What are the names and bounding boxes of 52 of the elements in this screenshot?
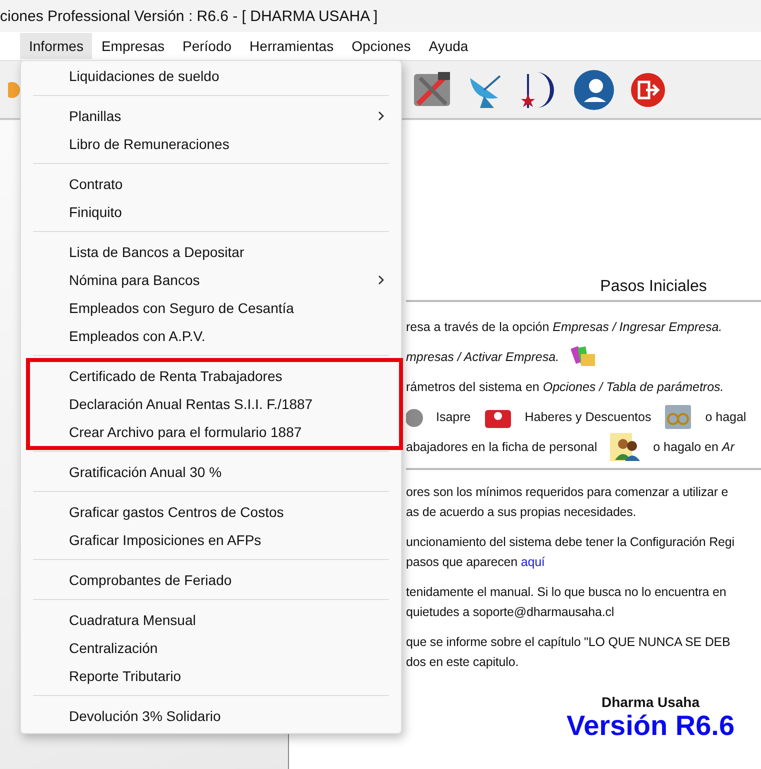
window-title: ciones Professional Versión : R6.6 - [ DHARMA USAHA ] xyxy=(0,8,378,24)
menu-entry[interactable]: Comprobantes de Feriado xyxy=(21,566,401,594)
menu-entry[interactable]: Liquidaciones de sueldo xyxy=(21,62,401,90)
chevron-icon xyxy=(377,274,385,286)
menu-entry[interactable]: Finiquito xyxy=(21,198,401,226)
step-text: resa a través de la opción Empresas / Ingresar Empresa. xyxy=(406,320,722,334)
step-text: Isapre xyxy=(436,410,471,424)
step-text: abajadores en la ficha de personal xyxy=(406,440,598,454)
menu-item[interactable]: Empresas xyxy=(92,33,174,59)
menu-entry[interactable]: Cuadratura Mensual xyxy=(21,606,401,634)
people-icon[interactable] xyxy=(609,432,642,462)
step-text: mpresas / Activar Empresa. xyxy=(406,350,560,364)
note-text: quietudes a soporte@dharmausaha.cl xyxy=(406,605,614,619)
menu-item[interactable]: Informes xyxy=(20,33,92,59)
note-text: pasos que aparecen xyxy=(406,555,518,569)
menu-entry[interactable]: Empleados con A.P.V. xyxy=(21,322,401,350)
chevron-icon xyxy=(377,110,385,122)
note-text: tenidamente el manual. Si lo que busca no lo encuentra en xyxy=(406,585,726,599)
menu-entry[interactable]: Contrato xyxy=(21,170,401,198)
step-text: o hagal xyxy=(705,410,746,424)
version-label: Versión R6.6 xyxy=(566,710,735,742)
menu-item[interactable]: Herramientas xyxy=(240,33,343,59)
menu-entry[interactable]: Centralización xyxy=(21,634,401,662)
note-text: ores son los mínimos requeridos para comenzar a utilizar e xyxy=(406,485,728,499)
calculator-icon[interactable] xyxy=(663,403,694,431)
step-text: o hagalo en Ar xyxy=(653,440,734,454)
menu-entry[interactable]: Crear Archivo para el formulario 1887 xyxy=(30,418,399,446)
menu-item[interactable]: Ayuda xyxy=(420,33,478,59)
step-text: Haberes y Descuentos xyxy=(524,410,652,424)
note-text: que se informe sobre el capítulo "LO QUE NUNCA SE DEB xyxy=(406,635,730,649)
menu-entry[interactable]: Declaración Anual Rentas S.I.I. F./1887 xyxy=(30,390,399,418)
note-text: uncionamiento del sistema debe tener la Configuración Regi xyxy=(406,535,734,549)
menu-entry[interactable]: Empleados con Seguro de Cesantía xyxy=(21,294,401,322)
menu-item[interactable]: Período xyxy=(174,33,241,59)
step-text: rámetros del sistema en Opciones / Tabla de parámetros. xyxy=(406,380,724,394)
menu-entry[interactable]: Lista de Bancos a Depositar xyxy=(21,238,401,266)
support-person-icon[interactable] xyxy=(572,68,616,112)
menu-entry[interactable]: Graficar Imposiciones en AFPs xyxy=(21,526,401,554)
company-name: Dharma Usaha xyxy=(601,694,700,710)
help-link[interactable]: aquí xyxy=(520,555,545,569)
menu-entry[interactable]: Reporte Tributario xyxy=(21,662,401,690)
menu-entry[interactable]: Graficar gastos Centros de Costos xyxy=(21,498,401,526)
menu-entry[interactable]: Gratificación Anual 30 % xyxy=(21,458,401,486)
menu-entry[interactable]: Certificado de Renta Trabajadores xyxy=(30,362,399,390)
note-text: as de acuerdo a sus propias necesidades. xyxy=(406,505,636,519)
menu-entry[interactable]: Devolución 3% Solidario xyxy=(21,702,401,730)
menu-entry[interactable]: Nómina para Bancos xyxy=(21,266,401,294)
menu-entry[interactable]: Planillas xyxy=(21,102,401,130)
section-heading: Pasos Iniciales xyxy=(406,278,761,302)
note-text: dos en este capitulo. xyxy=(406,655,519,669)
menu-item[interactable]: Opciones xyxy=(342,33,420,59)
menu-entry[interactable]: Libro de Remuneraciones xyxy=(21,130,401,158)
